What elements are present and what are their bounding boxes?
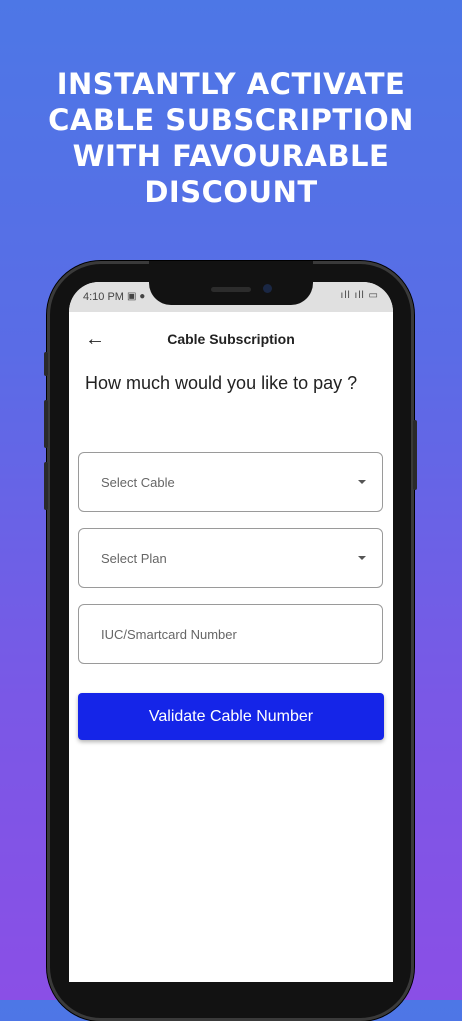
headline-line-1: INSTANTLY ACTIVATE <box>56 67 406 101</box>
notification-icons: ▣ ● <box>127 291 146 302</box>
phone-side-button-left-3 <box>44 462 48 510</box>
signal-battery-icons: ıll ıll ▭ <box>340 290 379 301</box>
dropdown-arrow-icon <box>358 556 366 560</box>
dropdown-arrow-icon <box>358 480 366 484</box>
select-plan-label: Select Plan <box>101 551 167 566</box>
phone-speaker <box>211 287 251 292</box>
amount-question: How much would you like to pay ? <box>85 373 358 393</box>
phone-screen: 4:10 PM ▣ ● ıll ıll ▭ ← Cable Subscripti… <box>69 282 393 982</box>
headline-line-3: WITH FAVOURABLE <box>72 139 390 173</box>
select-plan-dropdown[interactable]: Select Plan <box>78 528 383 588</box>
headline-line-2: CABLE SUBSCRIPTION <box>48 103 414 137</box>
iuc-smartcard-input[interactable]: IUC/Smartcard Number <box>78 604 383 664</box>
validate-cable-number-button[interactable]: Validate Cable Number <box>78 693 384 740</box>
status-time: 4:10 PM <box>83 291 124 303</box>
phone-notch <box>149 261 313 305</box>
select-cable-dropdown[interactable]: Select Cable <box>78 452 383 512</box>
promo-headline: INSTANTLY ACTIVATE CABLE SUBSCRIPTION WI… <box>0 66 462 210</box>
phone-side-button-left-2 <box>44 400 48 448</box>
iuc-placeholder: IUC/Smartcard Number <box>101 627 237 642</box>
page-title: Cable Subscription <box>167 331 295 347</box>
select-cable-label: Select Cable <box>101 475 175 490</box>
phone-side-button-right <box>413 420 417 490</box>
app-bar: ← Cable Subscription <box>69 322 393 356</box>
headline-line-4: DISCOUNT <box>144 175 318 209</box>
phone-side-button-left-1 <box>44 352 48 376</box>
front-camera <box>263 284 272 293</box>
